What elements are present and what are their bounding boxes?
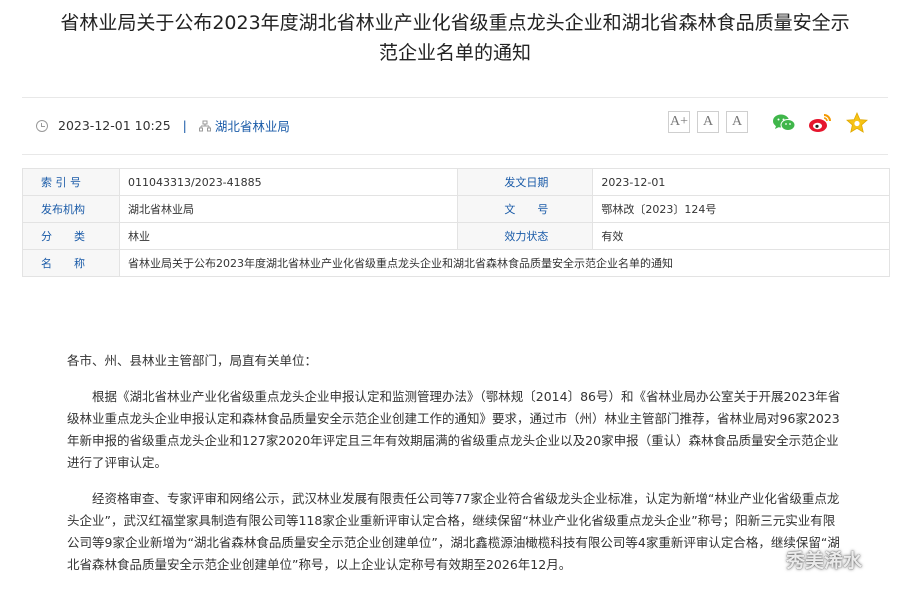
publish-meta: 2023-12-01 10:25 | 湖北省林业局 (36, 116, 290, 135)
weibo-icon[interactable] (808, 112, 832, 134)
issue-date-value: 2023-12-01 (592, 168, 890, 196)
document-name-value: 省林业局关于公布2023年度湖北省林业产业化省级重点龙头企业和湖北省森林食品质量… (119, 249, 890, 277)
watermark-text: 秀美浠水 (786, 550, 863, 572)
table-row: 发布机构 湖北省林业局 文 号 鄂林改〔2023〕124号 (22, 195, 890, 223)
font-reset-button[interactable]: A (726, 111, 748, 133)
article-title: 省林业局关于公布2023年度湖北省林业产业化省级重点龙头企业和湖北省森林食品质量… (0, 8, 910, 68)
title-line-1: 省林业局关于公布2023年度湖北省林业产业化省级重点龙头企业和湖北省森林食品质量… (60, 12, 850, 34)
font-decrease-label: A (702, 114, 714, 129)
meta-bar: 2023-12-01 10:25 | 湖北省林业局 A+ A A (22, 97, 888, 155)
title-line-2: 范企业名单的通知 (378, 42, 531, 64)
font-decrease-button[interactable]: A (697, 111, 719, 133)
font-increase-button[interactable]: A+ (668, 111, 690, 133)
publish-datetime: 2023-12-01 10:25 (58, 118, 171, 133)
table-row: 分 类 林业 效力状态 有效 (22, 222, 890, 250)
document-name-label: 名 称 (22, 249, 120, 277)
document-number-value: 鄂林改〔2023〕124号 (592, 195, 890, 223)
font-reset-label: A (731, 114, 743, 129)
publish-source-link[interactable]: 湖北省林业局 (215, 116, 290, 135)
publisher-value: 湖北省林业局 (118, 195, 459, 223)
watermark: 秀美浠水 (758, 546, 862, 573)
category-value: 林业 (118, 222, 459, 250)
wechat-official-account-icon (759, 549, 779, 570)
document-info-table: 索 引 号 011043313/2023-41885 发文日期 2023-12-… (22, 168, 890, 277)
favorite-star-icon[interactable] (845, 112, 869, 134)
paragraph-1: 根据《湖北省林业产业化省级重点龙头企业申报认定和监测管理办法》（鄂林规〔2014… (67, 389, 841, 470)
table-row: 名 称 省林业局关于公布2023年度湖北省林业产业化省级重点龙头企业和湖北省森林… (22, 249, 890, 277)
salutation: 各市、州、县林业主管部门，局直有关单位： (67, 353, 318, 368)
table-row: 索 引 号 011043313/2023-41885 发文日期 2023-12-… (22, 168, 890, 196)
category-label: 分 类 (22, 222, 120, 250)
wechat-icon[interactable] (772, 112, 796, 134)
issue-date-label: 发文日期 (457, 168, 594, 196)
clock-icon (36, 119, 48, 132)
paragraph-2: 经资格审查、专家评审和网络公示，武汉林业发展有限责任公司等77家企业符合省级龙头… (67, 491, 840, 572)
document-number-label: 文 号 (457, 195, 594, 223)
index-number-label: 索 引 号 (22, 168, 120, 196)
publisher-label: 发布机构 (22, 195, 120, 223)
validity-value: 有效 (592, 222, 890, 250)
meta-separator: | (182, 118, 187, 133)
article-body: 各市、州、县林业主管部门，局直有关单位： 根据《湖北省林业产业化省级重点龙头企业… (67, 350, 847, 590)
index-number-value: 011043313/2023-41885 (118, 168, 459, 196)
font-increase-label: A+ (669, 114, 688, 129)
validity-label: 效力状态 (457, 222, 594, 250)
organization-icon (198, 120, 211, 132)
font-size-controls: A+ A A (668, 111, 748, 133)
